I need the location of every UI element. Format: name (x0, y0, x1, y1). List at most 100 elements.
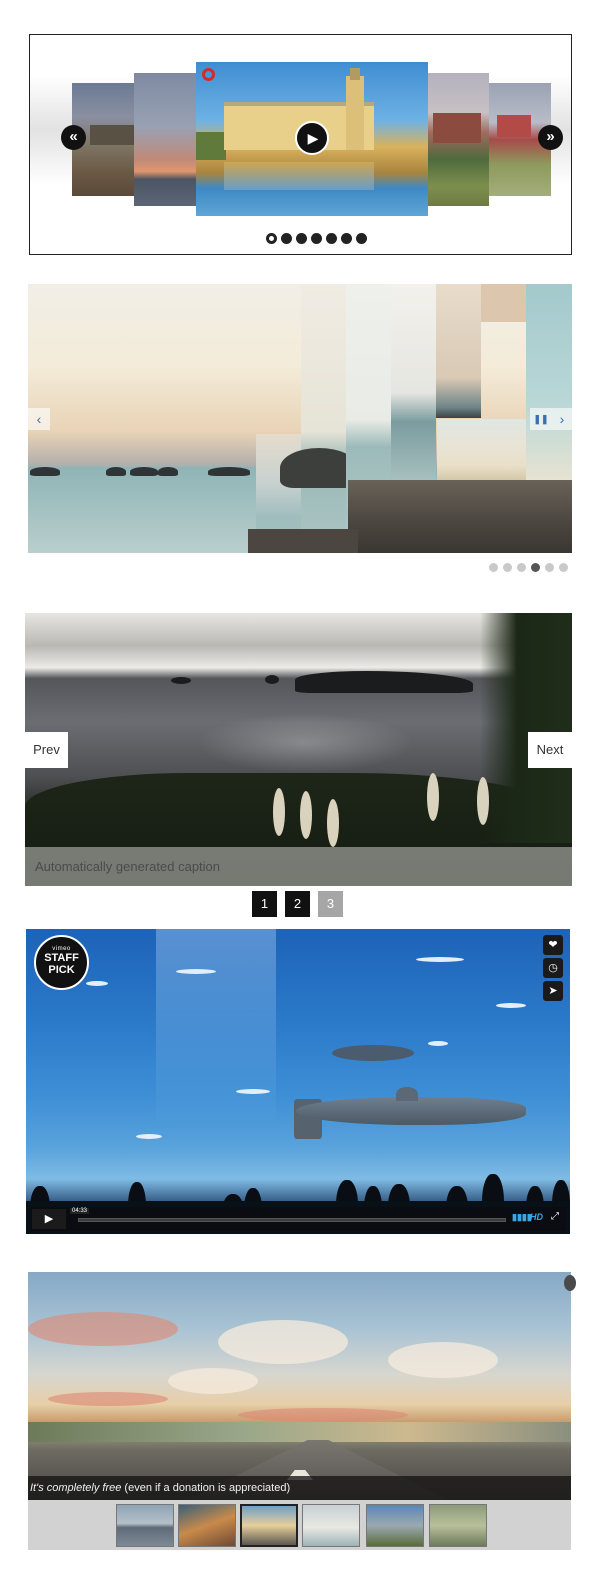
fish (86, 981, 108, 986)
fish (236, 1089, 270, 1094)
fish (496, 1003, 526, 1008)
video-play-button[interactable]: ▶ (32, 1209, 66, 1229)
slice-pause-button[interactable]: ❚❚ (530, 408, 552, 430)
foreground-tree (480, 613, 572, 843)
transition-slice (526, 284, 572, 480)
thumbnail[interactable] (429, 1504, 487, 1547)
thumbnail[interactable] (366, 1504, 424, 1547)
cloud (388, 1342, 498, 1378)
heart-icon[interactable]: ❤ (543, 935, 563, 955)
pagination-dot[interactable] (326, 233, 337, 244)
pagination-dot[interactable] (356, 233, 367, 244)
thumbnail[interactable] (116, 1504, 174, 1547)
manta-ray (332, 1045, 414, 1061)
close-icon[interactable] (564, 1275, 576, 1291)
fish (176, 969, 216, 974)
grass-plume (427, 773, 439, 821)
coverflow-prev-button[interactable]: « (61, 125, 86, 150)
slice-next-button[interactable]: › (552, 408, 572, 430)
transition-slice (346, 284, 391, 510)
slide-caption: Automatically generated caption (25, 847, 572, 886)
fish (416, 957, 464, 962)
coverflow-next-button[interactable]: » (538, 125, 563, 150)
cloud (238, 1408, 408, 1422)
transition-slice (481, 284, 526, 322)
clock-icon[interactable]: ◷ (543, 958, 563, 978)
water-shine (195, 713, 415, 773)
caption-emphasis: It's completely free (30, 1482, 122, 1494)
caption-slider: Prev Next Automatically generated captio… (25, 613, 572, 886)
coverflow-slider: ▶ « » (29, 34, 572, 255)
slice-prev-button[interactable]: ‹ (28, 408, 50, 430)
page-button-3[interactable]: 3 (318, 891, 343, 917)
thumbnail-slider: It's completely free (even if a donation… (28, 1272, 571, 1500)
page-button-2[interactable]: 2 (285, 891, 310, 917)
transition-slice (301, 284, 346, 530)
coverflow-slide-right[interactable] (427, 73, 489, 206)
pagination-dot[interactable] (545, 563, 554, 572)
staff-pick-badge: vimeo STAFF PICK (34, 935, 89, 990)
hd-toggle[interactable]: HD (530, 1212, 543, 1222)
fish (428, 1041, 448, 1046)
coverflow-slide-active[interactable]: ▶ (196, 62, 428, 216)
coverflow-slide-left[interactable] (134, 73, 196, 206)
caption-prev-button[interactable]: Prev (25, 732, 68, 768)
horizon-hills (28, 1422, 571, 1442)
transition-slice (391, 284, 436, 481)
slice-slider: ‹ ❚❚ › (28, 284, 572, 553)
pagination-dot[interactable] (531, 563, 540, 572)
pagination-dot[interactable] (503, 563, 512, 572)
pagination-dot[interactable] (517, 563, 526, 572)
pagination-dot[interactable] (311, 233, 322, 244)
grass-plume (327, 799, 339, 847)
grass-plume (477, 777, 489, 825)
fish (136, 1134, 162, 1139)
slide-caption: It's completely free (even if a donation… (28, 1476, 571, 1500)
pagination-dot[interactable] (266, 233, 277, 244)
page-button-1[interactable]: 1 (252, 891, 277, 917)
thumbnail[interactable] (178, 1504, 236, 1547)
caption-next-button[interactable]: Next (528, 732, 572, 768)
thumbnail[interactable] (240, 1504, 298, 1547)
castle-tower (346, 76, 364, 150)
cloud (28, 1312, 178, 1346)
coverflow-pagination (266, 233, 367, 244)
pagination-dot[interactable] (489, 563, 498, 572)
thumbnail-strip (28, 1500, 571, 1550)
cloud (168, 1368, 258, 1394)
video-progress-bar[interactable] (78, 1218, 506, 1222)
fullscreen-icon[interactable]: ⤢ (551, 1211, 559, 1222)
pagination-dot[interactable] (559, 563, 568, 572)
pagination-dot[interactable] (281, 233, 292, 244)
record-icon (202, 68, 215, 81)
gravel-beach (248, 529, 358, 553)
pagination-dot[interactable] (296, 233, 307, 244)
volume-icon[interactable]: ▮▮▮▮ (512, 1212, 532, 1223)
thumbnail[interactable] (302, 1504, 360, 1547)
caption-pagination: 123 (252, 891, 343, 917)
grass-plume (300, 791, 312, 839)
whale-shark (296, 1097, 526, 1125)
slice-pagination (489, 563, 568, 572)
shark-fin (396, 1087, 418, 1101)
transition-slice (436, 284, 481, 418)
slide-trees (196, 132, 226, 160)
island (265, 675, 279, 684)
pagination-dot[interactable] (341, 233, 352, 244)
island (171, 677, 191, 684)
castle-spire (350, 68, 360, 80)
video-controls: ▶ 04:33 ▮▮▮▮ HD ⤢ (30, 1207, 566, 1231)
badge-line-1: STAFF (44, 952, 79, 964)
video-time: 04:33 (70, 1208, 90, 1214)
castle-reflection (224, 162, 374, 190)
badge-line-2: PICK (48, 964, 75, 976)
video-play-button[interactable]: ▶ (295, 121, 329, 155)
island (295, 671, 473, 693)
send-icon[interactable]: ➤ (543, 981, 563, 1001)
light-beam (156, 929, 276, 1129)
shore-rocks (28, 464, 258, 476)
gravel-beach (348, 480, 572, 553)
grass-plume (273, 788, 285, 836)
video-player[interactable]: vimeo STAFF PICK ❤ ◷ ➤ ▶ 04:33 ▮▮▮▮ HD ⤢ (26, 929, 570, 1234)
cloud (218, 1320, 348, 1364)
